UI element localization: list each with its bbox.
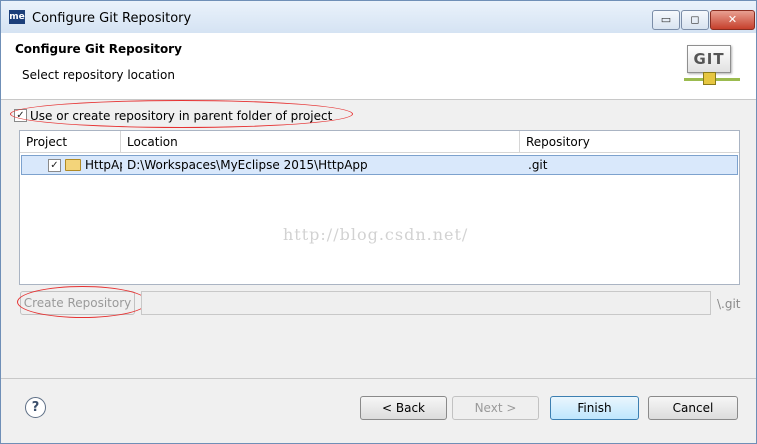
column-header-project[interactable]: Project xyxy=(20,131,121,153)
page-title: Configure Git Repository xyxy=(15,42,182,56)
row-project-name: HttpApp xyxy=(85,158,122,172)
project-table[interactable]: Project Location Repository ✓ HttpApp D:… xyxy=(19,130,740,285)
finish-button[interactable]: Finish xyxy=(550,396,639,420)
check-icon: ✓ xyxy=(16,110,25,121)
use-parent-folder-checkbox[interactable]: ✓ xyxy=(14,109,27,122)
myeclipse-app-icon: me xyxy=(9,10,25,24)
row-location: D:\Workspaces\MyEclipse 2015\HttpApp xyxy=(127,158,368,172)
use-parent-folder-label: Use or create repository in parent folde… xyxy=(30,108,333,123)
close-button[interactable]: ✕ xyxy=(710,10,755,30)
page-subtitle: Select repository location xyxy=(22,68,175,82)
column-header-repository[interactable]: Repository xyxy=(520,131,739,153)
table-row[interactable]: ✓ HttpApp D:\Workspaces\MyEclipse 2015\H… xyxy=(21,155,738,175)
git-logo-node xyxy=(703,72,716,85)
wizard-header: Configure Git Repository Select reposito… xyxy=(1,33,756,100)
help-icon[interactable]: ? xyxy=(25,397,46,418)
row-repository: .git xyxy=(528,158,548,172)
check-icon: ✓ xyxy=(50,160,59,171)
column-header-location[interactable]: Location xyxy=(121,131,520,153)
maximize-button[interactable]: ◻ xyxy=(681,10,709,30)
row-checkbox[interactable]: ✓ xyxy=(48,159,61,172)
create-repository-button[interactable]: Create Repository xyxy=(20,291,135,315)
configure-git-dialog: me Configure Git Repository ▭ ◻ ✕ Config… xyxy=(0,0,757,444)
footer-separator xyxy=(1,378,756,379)
close-icon: ✕ xyxy=(727,13,738,26)
repository-path-field[interactable] xyxy=(141,291,711,315)
cancel-button[interactable]: Cancel xyxy=(648,396,738,420)
title-bar[interactable]: me Configure Git Repository ▭ ◻ ✕ xyxy=(1,1,756,33)
watermark-text: http://blog.csdn.net/ xyxy=(283,225,469,244)
minimize-button[interactable]: ▭ xyxy=(652,10,680,30)
maximize-icon: ◻ xyxy=(690,13,700,26)
folder-open-icon xyxy=(65,159,81,171)
minimize-icon: ▭ xyxy=(660,13,672,26)
git-logo-text: GIT xyxy=(687,45,731,73)
next-button[interactable]: Next > xyxy=(452,396,539,420)
git-logo-icon: GIT xyxy=(684,44,744,88)
window-title: Configure Git Repository xyxy=(32,11,192,26)
use-parent-folder-option[interactable]: ✓ Use or create repository in parent fol… xyxy=(14,108,332,124)
git-suffix-label: \.git xyxy=(717,297,741,311)
back-button[interactable]: < Back xyxy=(360,396,447,420)
